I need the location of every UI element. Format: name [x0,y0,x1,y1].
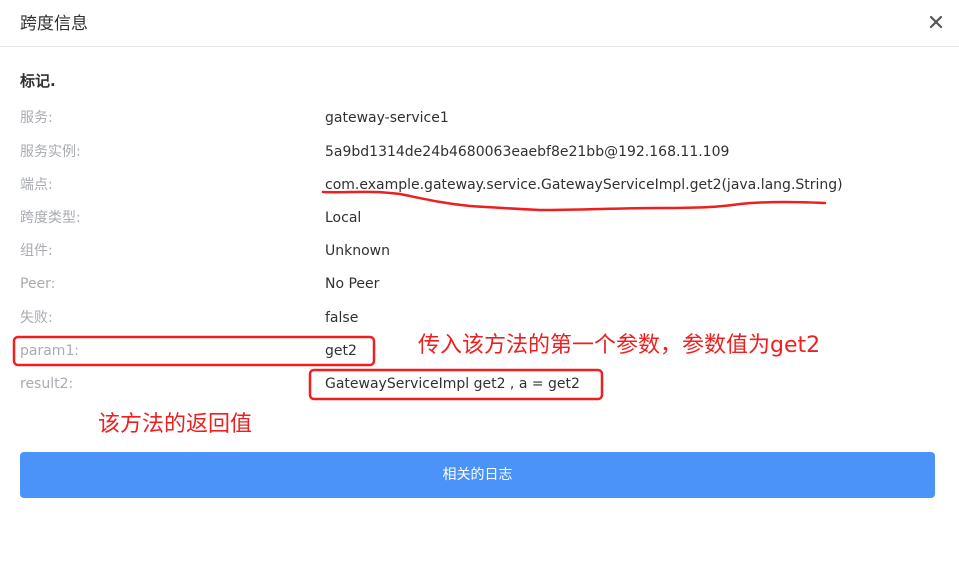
close-icon[interactable] [927,12,945,30]
row-service: 服务: gateway-service1 [0,107,959,129]
row-component: 组件: Unknown [0,240,959,262]
row-service-instance: 服务实例: 5a9bd1314de24b4680063eaebf8e21bb@1… [0,141,959,163]
row-failed: 失败: false [0,307,959,329]
row-label: 组件: [20,243,53,259]
row-endpoint: 端点: com.example.gateway.service.GatewayS… [0,174,959,196]
row-label: 服务实例: [20,144,81,160]
row-value: false [325,310,359,326]
dialog-title: 跨度信息 [20,14,88,34]
row-peer: Peer: No Peer [0,273,959,295]
dialog-header: 跨度信息 [0,0,959,47]
row-label: 服务: [20,110,53,126]
row-label: 失败: [20,310,53,326]
row-value: GatewayServiceImpl get2 , a = get2 [325,376,580,392]
row-label: param1: [20,343,80,359]
row-value: Local [325,210,362,226]
row-label: 端点: [20,177,53,193]
row-label: 跨度类型: [20,210,81,226]
row-label: Peer: [20,276,56,292]
tags-section-title: 标记. [20,72,56,90]
related-logs-button[interactable]: 相关的日志 [20,452,935,498]
row-value: Unknown [325,243,390,259]
row-result2: result2: GatewayServiceImpl get2 , a = g… [0,373,959,395]
span-info-dialog: 跨度信息 标记. 服务: gateway-service1 服务实例: 5a9b… [0,0,959,561]
return-annotation: 该方法的返回值 [98,412,253,437]
row-value: get2 [325,343,357,359]
row-label: result2: [20,376,74,392]
row-value: gateway-service1 [325,110,449,126]
row-span-type: 跨度类型: Local [0,207,959,229]
row-value: No Peer [325,276,380,292]
row-value: com.example.gateway.service.GatewayServi… [325,177,843,193]
param-annotation: 传入该方法的第一个参数，参数值为get2 [418,333,821,358]
row-value: 5a9bd1314de24b4680063eaebf8e21bb@192.168… [325,144,730,160]
